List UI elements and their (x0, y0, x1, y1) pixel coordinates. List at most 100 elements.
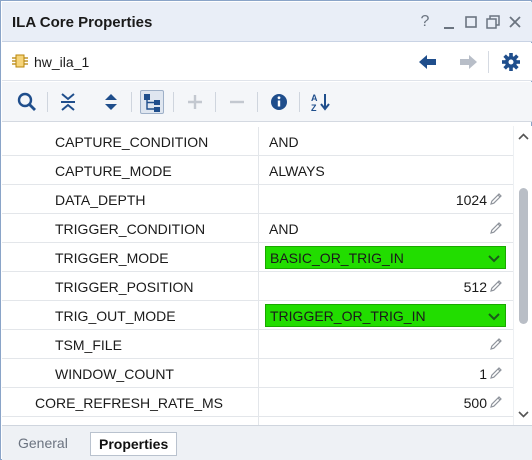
svg-text:A: A (311, 93, 318, 103)
float-icon (486, 15, 500, 29)
arrow-right-icon (460, 55, 477, 69)
property-name: CORE_REFRESH_RATE_MS (35, 395, 224, 411)
property-value[interactable]: 1024 (456, 192, 487, 208)
float-button[interactable] (484, 12, 502, 32)
vertical-scrollbar[interactable] (513, 126, 532, 425)
property-row[interactable]: CORE_REFRESH_RATE_MS 500 (2, 388, 513, 417)
nav-separator (488, 51, 489, 73)
sort-button[interactable]: A Z (309, 90, 333, 114)
property-row[interactable]: TRIGGER_CONDITION AND (2, 214, 513, 243)
collapse-all-button[interactable] (56, 90, 80, 114)
property-name-cell: TSM_FILE (2, 330, 259, 358)
back-button[interactable] (416, 51, 440, 73)
property-row[interactable]: CAPTURE_MODE ALWAYS (2, 156, 513, 185)
collapse-all-icon (61, 93, 75, 111)
expand-all-button[interactable] (99, 90, 123, 114)
toolbar-separator (131, 92, 132, 112)
property-value[interactable]: 1 (479, 366, 487, 382)
forward-button[interactable] (456, 51, 480, 73)
search-icon (17, 92, 36, 111)
dropdown-selected-value: TRIGGER_OR_TRIG_IN (270, 308, 426, 324)
property-name: DATA_DEPTH (55, 192, 146, 208)
dropdown-selected-value: BASIC_OR_TRIG_IN (270, 250, 404, 266)
chevron-down-icon (487, 309, 501, 323)
minus-icon (230, 100, 244, 104)
chevron-up-icon (518, 133, 529, 140)
gear-icon (502, 53, 520, 71)
expand-all-icon (105, 94, 117, 110)
property-name-cell: DATA_DEPTH (2, 185, 259, 213)
property-name-cell: TRIGGER_CONDITION (2, 214, 259, 242)
property-value[interactable]: ALWAYS (269, 163, 325, 179)
scroll-thumb[interactable] (519, 188, 528, 324)
add-button[interactable] (183, 90, 207, 114)
scroll-down-button[interactable] (516, 407, 531, 421)
property-name: TRIGGER_MODE (55, 250, 169, 266)
pencil-icon[interactable] (488, 365, 504, 381)
property-row[interactable] (2, 417, 513, 425)
hierarchy-button[interactable] (140, 90, 164, 114)
minimize-button[interactable] (440, 12, 458, 32)
object-header: hw_ila_1 (2, 43, 532, 81)
close-button[interactable] (506, 12, 524, 32)
property-name: CAPTURE_CONDITION (55, 134, 209, 150)
property-value-dropdown[interactable]: TRIGGER_OR_TRIG_IN (265, 304, 506, 327)
tab-properties[interactable]: Properties (90, 432, 178, 456)
property-row[interactable]: TSM_FILE (2, 330, 513, 359)
property-name: TRIGGER_CONDITION (55, 221, 206, 237)
help-button[interactable]: ? (416, 12, 434, 32)
property-row[interactable]: WINDOW_COUNT 1 (2, 359, 513, 388)
property-name-cell: WINDOW_COUNT (2, 359, 259, 387)
minimize-icon (444, 27, 454, 29)
property-name: TSM_FILE (55, 337, 122, 353)
toolbar-separator (173, 92, 174, 112)
bottom-tab-bar: General Properties (2, 425, 532, 460)
property-name: TRIGGER_POSITION (55, 279, 194, 295)
toolbar-separator (47, 92, 48, 112)
property-value-dropdown[interactable]: BASIC_OR_TRIG_IN (265, 246, 506, 269)
toolbar-separator (215, 92, 216, 112)
pencil-icon[interactable] (488, 336, 504, 352)
scroll-up-button[interactable] (516, 130, 531, 144)
restore-button[interactable] (462, 12, 480, 32)
tab-general[interactable]: General (10, 432, 76, 456)
pencil-icon[interactable] (488, 220, 504, 236)
svg-text:Z: Z (311, 103, 317, 113)
chevron-down-icon (487, 251, 501, 265)
property-value[interactable]: 512 (464, 279, 487, 295)
property-name-cell: CAPTURE_CONDITION (2, 127, 259, 155)
search-button[interactable] (15, 90, 39, 114)
remove-button[interactable] (225, 90, 249, 114)
property-row[interactable]: CAPTURE_CONDITION AND (2, 127, 513, 156)
pencil-icon[interactable] (488, 191, 504, 207)
close-icon (509, 16, 521, 28)
ila-core-properties-window: ILA Core Properties ? hw_ila_1 A Z CAPTU… (0, 0, 532, 460)
info-icon (271, 94, 287, 110)
property-name-cell: TRIG_OUT_MODE (2, 301, 259, 329)
pencil-icon[interactable] (488, 278, 504, 294)
property-name-cell: TRIGGER_MODE (2, 243, 259, 271)
property-value[interactable]: AND (269, 134, 299, 150)
settings-button[interactable] (499, 51, 523, 73)
plus-icon (188, 95, 202, 109)
restore-icon (465, 16, 477, 28)
property-row[interactable]: TRIGGER_MODE BASIC_OR_TRIG_IN (2, 243, 513, 272)
property-row[interactable]: TRIGGER_POSITION 512 (2, 272, 513, 301)
property-table: CAPTURE_CONDITION AND CAPTURE_MODE ALWAYS DA… (2, 126, 513, 425)
property-name-cell: CORE_REFRESH_RATE_MS (2, 388, 259, 416)
ila-core-icon (12, 54, 28, 68)
pencil-icon[interactable] (488, 394, 504, 410)
property-name-cell: CAPTURE_MODE (2, 156, 259, 184)
property-value[interactable]: AND (269, 221, 299, 237)
info-button[interactable] (267, 90, 291, 114)
chevron-down-icon (518, 411, 529, 418)
property-row[interactable]: TRIG_OUT_MODE TRIGGER_OR_TRIG_IN (2, 301, 513, 330)
property-value[interactable]: 500 (464, 395, 487, 411)
properties-toolbar: A Z (2, 82, 532, 122)
toolbar-separator (257, 92, 258, 112)
arrow-left-icon (419, 55, 436, 69)
toolbar-separator (299, 92, 300, 112)
property-row[interactable]: DATA_DEPTH 1024 (2, 185, 513, 214)
property-name: WINDOW_COUNT (55, 366, 174, 382)
object-name: hw_ila_1 (34, 54, 90, 70)
